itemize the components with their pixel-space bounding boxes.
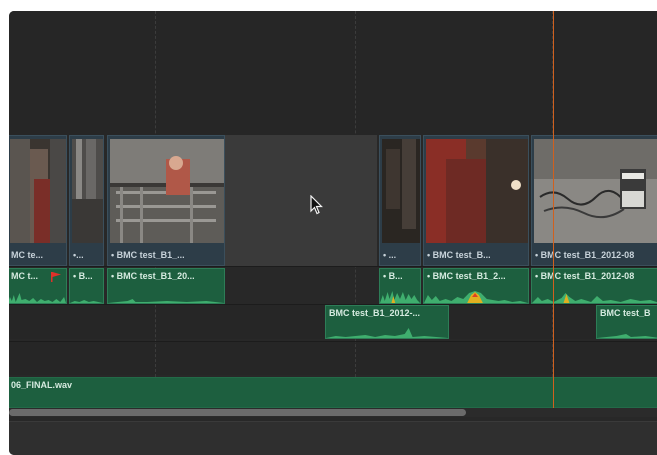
clip-label: • ... xyxy=(383,250,397,260)
clip-label: BMC test_B1_2012-... xyxy=(329,308,421,318)
clip-label: • BMC test_B1_2012-08 xyxy=(535,271,635,281)
clip-label: 06_FINAL.wav xyxy=(11,380,73,390)
audio-clip[interactable]: BMC test_B1_2012-... xyxy=(325,305,449,339)
clip-label: • BMC test_B... xyxy=(427,250,491,260)
clip-thumbnail xyxy=(110,139,224,243)
clip-thumbnail xyxy=(382,139,420,243)
video-clip[interactable]: • BMC test_B1_2012-08 xyxy=(531,135,657,266)
audio-clip[interactable]: • BMC test_B1_20... xyxy=(107,268,225,304)
audio-waveform xyxy=(597,334,657,338)
empty-track-area xyxy=(9,11,657,135)
clip-thumbnail xyxy=(426,139,528,243)
audio-waveform xyxy=(532,293,657,303)
music-clip[interactable]: 06_FINAL.wav xyxy=(9,377,657,408)
scrollbar-thumb[interactable] xyxy=(9,409,466,416)
clip-label: • B... xyxy=(73,271,93,281)
timeline-footer xyxy=(9,421,657,455)
track-divider xyxy=(9,266,657,267)
empty-audio-track-bg xyxy=(9,341,657,375)
audio-waveform xyxy=(424,291,528,303)
clip-label: MC te... xyxy=(11,250,44,260)
video-clip[interactable]: •... xyxy=(69,135,104,266)
track-divider xyxy=(9,341,657,342)
horizontal-scrollbar[interactable] xyxy=(9,408,657,417)
timeline-gap[interactable] xyxy=(225,135,377,266)
clip-thumbnail xyxy=(10,139,66,243)
video-clip[interactable]: • ... xyxy=(379,135,421,266)
clip-thumbnail xyxy=(72,139,103,243)
audio-waveform xyxy=(380,291,420,303)
audio-clip[interactable]: • BMC test_B1_2... xyxy=(423,268,529,304)
clip-label: •... xyxy=(73,250,84,260)
audio-clip[interactable]: • B... xyxy=(379,268,421,304)
audio-clip[interactable]: BMC test_B xyxy=(596,305,657,339)
audio-clip[interactable]: • B... xyxy=(69,268,104,304)
clip-label: • BMC test_B1_2... xyxy=(427,271,506,281)
audio-waveform xyxy=(9,293,66,303)
audio-clip[interactable]: • BMC test_B1_2012-08 xyxy=(531,268,657,304)
video-clip[interactable]: • BMC test_B... xyxy=(423,135,529,266)
audio-waveform xyxy=(108,299,224,303)
video-clip[interactable]: • BMC test_B1_... xyxy=(107,135,225,266)
red-flag-icon[interactable] xyxy=(51,272,61,282)
video-clip[interactable]: MC te... xyxy=(9,135,67,266)
timeline[interactable]: MC te... •... • BMC test_B1_... • ... • … xyxy=(9,11,657,455)
clip-label: • BMC test_B1_... xyxy=(111,250,185,260)
mouse-pointer-icon xyxy=(310,195,323,215)
clip-label: • BMC test_B1_20... xyxy=(111,271,195,281)
playhead[interactable] xyxy=(553,11,554,408)
audio-waveform xyxy=(326,328,448,338)
clip-label: BMC test_B xyxy=(600,308,651,318)
audio-waveform xyxy=(70,300,103,303)
clip-label: MC t... xyxy=(11,271,38,281)
clip-label: • B... xyxy=(383,271,403,281)
